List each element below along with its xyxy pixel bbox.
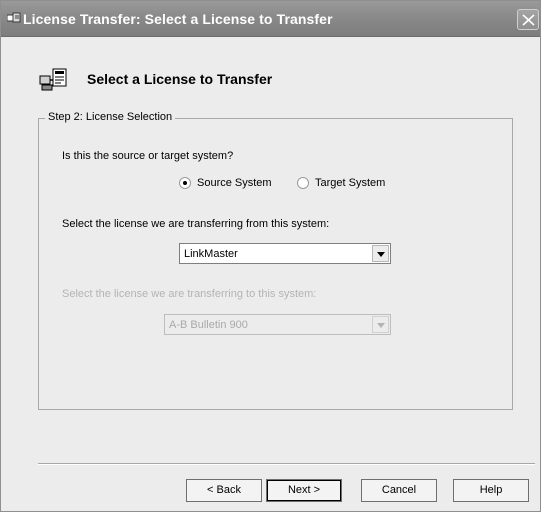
help-button[interactable]: Help xyxy=(453,479,529,502)
next-button[interactable]: Next > xyxy=(266,479,342,502)
to-license-dropdown: A-B Bulletin 900 xyxy=(164,314,391,335)
from-license-label: Select the license we are transferring f… xyxy=(62,218,330,230)
from-license-dropdown-button[interactable] xyxy=(372,245,389,262)
radio-source-system[interactable]: Source System xyxy=(179,176,272,190)
app-icon xyxy=(7,12,21,23)
license-transfer-dialog: License Transfer: Select a License to Tr… xyxy=(0,0,541,512)
cancel-button[interactable]: Cancel xyxy=(361,479,437,502)
from-license-dropdown[interactable]: LinkMaster xyxy=(179,243,391,264)
radio-source-label: Source System xyxy=(197,177,272,189)
from-license-value: LinkMaster xyxy=(184,248,238,260)
window-title: License Transfer: Select a License to Tr… xyxy=(23,11,333,27)
page-title: Select a License to Transfer xyxy=(87,71,273,87)
radio-target-label: Target System xyxy=(315,177,386,189)
title-bar[interactable]: License Transfer: Select a License to Tr… xyxy=(1,1,540,37)
radio-source-dot[interactable] xyxy=(179,177,191,189)
chevron-down-icon xyxy=(377,323,385,328)
radio-target-system[interactable]: Target System xyxy=(297,176,385,190)
back-button[interactable]: < Back xyxy=(186,479,262,502)
system-question: Is this the source or target system? xyxy=(62,150,234,162)
footer-separator xyxy=(38,463,535,465)
group-legend: Step 2: License Selection xyxy=(45,111,176,123)
radio-target-dot[interactable] xyxy=(297,177,309,189)
license-transfer-icon xyxy=(39,68,67,91)
close-button[interactable] xyxy=(517,9,539,30)
to-license-value: A-B Bulletin 900 xyxy=(169,319,248,331)
close-icon xyxy=(522,14,535,26)
chevron-down-icon xyxy=(377,252,385,257)
to-license-label: Select the license we are transferring t… xyxy=(62,288,317,300)
to-license-dropdown-button xyxy=(372,316,389,333)
